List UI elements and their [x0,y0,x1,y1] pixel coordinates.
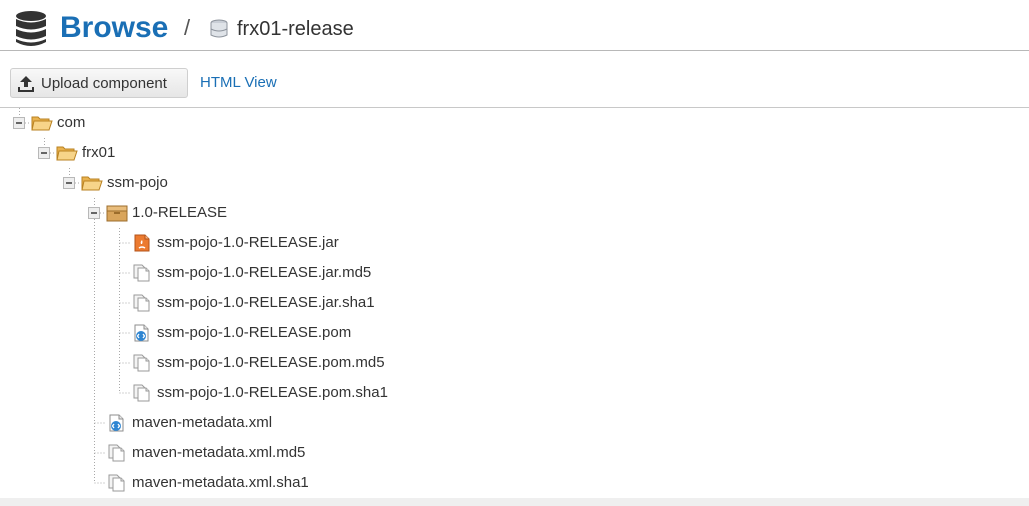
tree-node-label: ssm-pojo-1.0-RELEASE.pom [157,324,352,341]
breadcrumb-separator: / [184,15,191,40]
tree-node-label: com [57,114,86,131]
checksum-file-icon [131,384,153,402]
horizontal-scrollbar[interactable] [0,498,1029,506]
page-header: Browse / frx01-release [0,0,1029,51]
tree-toggle-frx01[interactable] [38,147,50,159]
folder-open-icon [81,174,103,192]
tree-node-label: ssm-pojo-1.0-RELEASE.jar.sha1 [157,294,375,311]
upload-component-label: Upload component [41,75,167,92]
database-icon [16,11,46,46]
tree-node-label: ssm-pojo-1.0-RELEASE.jar.md5 [157,264,372,281]
tree-toggle-ssm-pojo[interactable] [63,177,75,189]
folder-open-icon [56,144,78,162]
tree-node-label: ssm-pojo-1.0-RELEASE.pom.sha1 [157,384,388,401]
tree-node-label: frx01 [82,144,116,161]
component-tree: com frx01 ssm-pojo 1.0-RELEASE ssm-pojo-… [0,108,1029,498]
checksum-file-icon [106,474,128,492]
folder-open-icon [31,114,53,132]
checksum-file-icon [131,264,153,282]
repository-icon [210,19,228,38]
tree-node-label: maven-metadata.xml [132,414,273,431]
tree-node-label: ssm-pojo [107,174,168,191]
page-title[interactable]: Browse [60,8,168,48]
tree-node-label: 1.0-RELEASE [132,204,228,221]
upload-icon [18,76,34,92]
package-icon [106,204,128,222]
breadcrumb-repository: frx01-release [237,18,354,40]
checksum-file-icon [106,444,128,462]
tree-node-label: ssm-pojo-1.0-RELEASE.pom.md5 [157,354,385,371]
xml-file-icon [131,324,153,342]
upload-component-button[interactable]: Upload component [10,68,188,98]
tree-toggle-com[interactable] [13,117,25,129]
tree-connector-lines [19,108,131,484]
jar-file-icon [131,234,153,252]
tree-node-label: maven-metadata.xml.sha1 [132,474,309,491]
tree-node-label: maven-metadata.xml.md5 [132,444,306,461]
html-view-link[interactable]: HTML View [200,73,277,93]
checksum-file-icon [131,294,153,312]
tree-node-label: ssm-pojo-1.0-RELEASE.jar [157,234,339,251]
toolbar: Upload component HTML View [0,51,1029,108]
xml-file-icon [106,414,128,432]
tree-toggle-version[interactable] [88,207,100,219]
checksum-file-icon [131,354,153,372]
